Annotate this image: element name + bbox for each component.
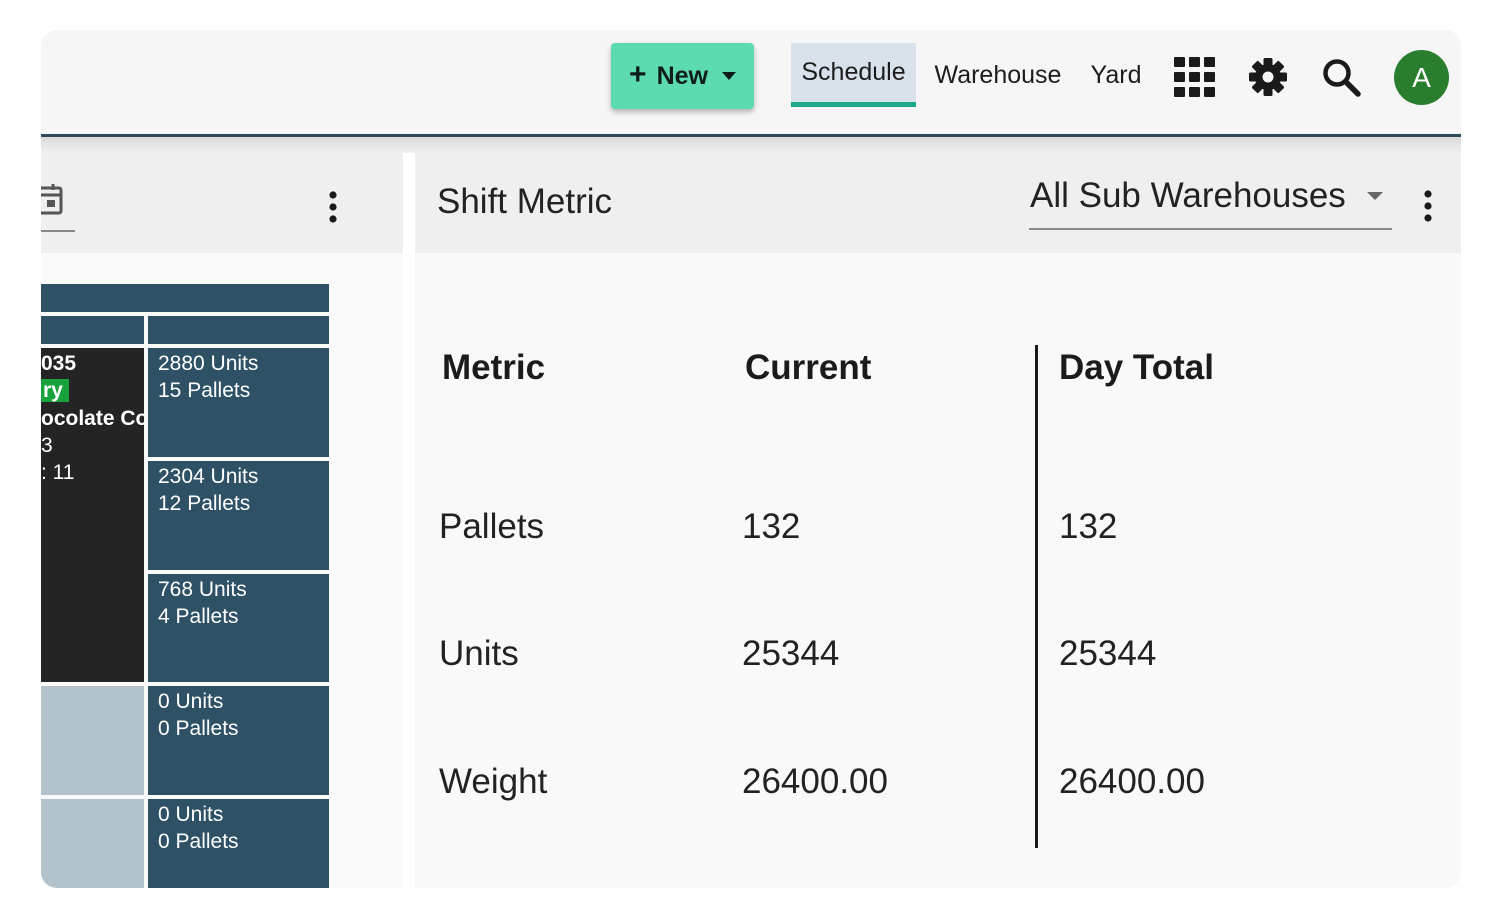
gear-icon[interactable] xyxy=(1249,58,1287,96)
booking-id: 035 xyxy=(41,352,77,375)
top-bar: + New Schedule Warehouse Yard A xyxy=(41,30,1461,137)
capacity-units: 2304 Units xyxy=(158,465,259,488)
empty-slot[interactable] xyxy=(41,686,144,795)
schedule-subheader xyxy=(148,316,329,344)
capacity-pallets: 0 Pallets xyxy=(158,717,239,740)
column-header-metric: Metric xyxy=(442,348,546,387)
capacity-cell[interactable]: 0 Units 0 Pallets xyxy=(148,799,329,888)
capacity-units: 2880 Units xyxy=(158,352,259,375)
capacity-cell[interactable]: 2304 Units 12 Pallets xyxy=(148,461,329,570)
date-field-underline xyxy=(41,230,75,232)
column-header-current: Current xyxy=(745,348,872,387)
tab-warehouse[interactable]: Warehouse xyxy=(927,43,1069,107)
booking-detail: 3 xyxy=(41,434,53,457)
search-icon[interactable] xyxy=(1321,57,1361,97)
app-window: + New Schedule Warehouse Yard A 035 ry o… xyxy=(41,30,1461,888)
new-button-label: New xyxy=(656,61,708,90)
header-shadow xyxy=(41,137,1461,153)
capacity-cell[interactable]: 2880 Units 15 Pallets xyxy=(148,348,329,457)
chevron-down-icon xyxy=(1367,192,1383,200)
metric-day-total: 132 xyxy=(1059,507,1118,546)
metric-day-total: 25344 xyxy=(1059,634,1157,673)
metric-current: 26400.00 xyxy=(742,762,888,801)
booking-detail: : 11 xyxy=(41,461,75,484)
sub-warehouse-select[interactable]: All Sub Warehouses xyxy=(1029,170,1392,230)
capacity-pallets: 15 Pallets xyxy=(158,379,251,402)
capacity-pallets: 12 Pallets xyxy=(158,492,251,515)
schedule-subheader xyxy=(41,316,144,344)
avatar-initial: A xyxy=(1412,61,1431,93)
column-divider xyxy=(1035,345,1038,848)
tab-warehouse-label: Warehouse xyxy=(934,60,1062,89)
sub-warehouse-value: All Sub Warehouses xyxy=(1030,176,1346,215)
empty-slot[interactable] xyxy=(41,799,144,888)
tab-schedule[interactable]: Schedule xyxy=(791,43,916,107)
tab-yard-label: Yard xyxy=(1090,60,1142,89)
schedule-grid-header xyxy=(41,284,329,312)
panel-title: Shift Metric xyxy=(437,182,613,221)
capacity-units: 0 Units xyxy=(158,803,224,826)
metric-name: Pallets xyxy=(439,507,545,546)
column-header-day-total: Day Total xyxy=(1059,348,1214,387)
more-options-icon[interactable] xyxy=(1418,188,1438,224)
metric-current: 132 xyxy=(742,507,801,546)
capacity-units: 768 Units xyxy=(158,578,247,601)
tab-yard[interactable]: Yard xyxy=(1081,43,1151,107)
shift-metric-panel xyxy=(415,153,1461,888)
capacity-cell[interactable]: 0 Units 0 Pallets xyxy=(148,686,329,795)
metric-name: Weight xyxy=(439,762,548,801)
plus-icon: + xyxy=(629,57,647,91)
avatar[interactable]: A xyxy=(1394,50,1449,105)
apps-grid-icon[interactable] xyxy=(1174,57,1216,97)
capacity-units: 0 Units xyxy=(158,690,224,713)
panel-gutter xyxy=(403,153,415,888)
metric-name: Units xyxy=(439,634,519,673)
metric-current: 25344 xyxy=(742,634,840,673)
chevron-down-icon xyxy=(721,72,736,80)
new-button[interactable]: + New xyxy=(611,43,754,109)
schedule-panel-header xyxy=(41,153,403,253)
capacity-pallets: 4 Pallets xyxy=(158,605,239,628)
calendar-icon[interactable] xyxy=(41,183,63,215)
schedule-panel: 035 ry ocolate Co 3 : 11 2880 Units 15 P… xyxy=(41,153,403,888)
capacity-pallets: 0 Pallets xyxy=(158,830,239,853)
more-options-icon[interactable] xyxy=(323,189,343,225)
booking-card[interactable]: 035 ry ocolate Co 3 : 11 xyxy=(41,348,144,682)
capacity-cell[interactable]: 768 Units 4 Pallets xyxy=(148,574,329,682)
booking-status-tag: ry xyxy=(41,379,69,403)
metric-day-total: 26400.00 xyxy=(1059,762,1205,801)
booking-customer: ocolate Co xyxy=(41,407,144,430)
tab-schedule-label: Schedule xyxy=(801,58,906,86)
